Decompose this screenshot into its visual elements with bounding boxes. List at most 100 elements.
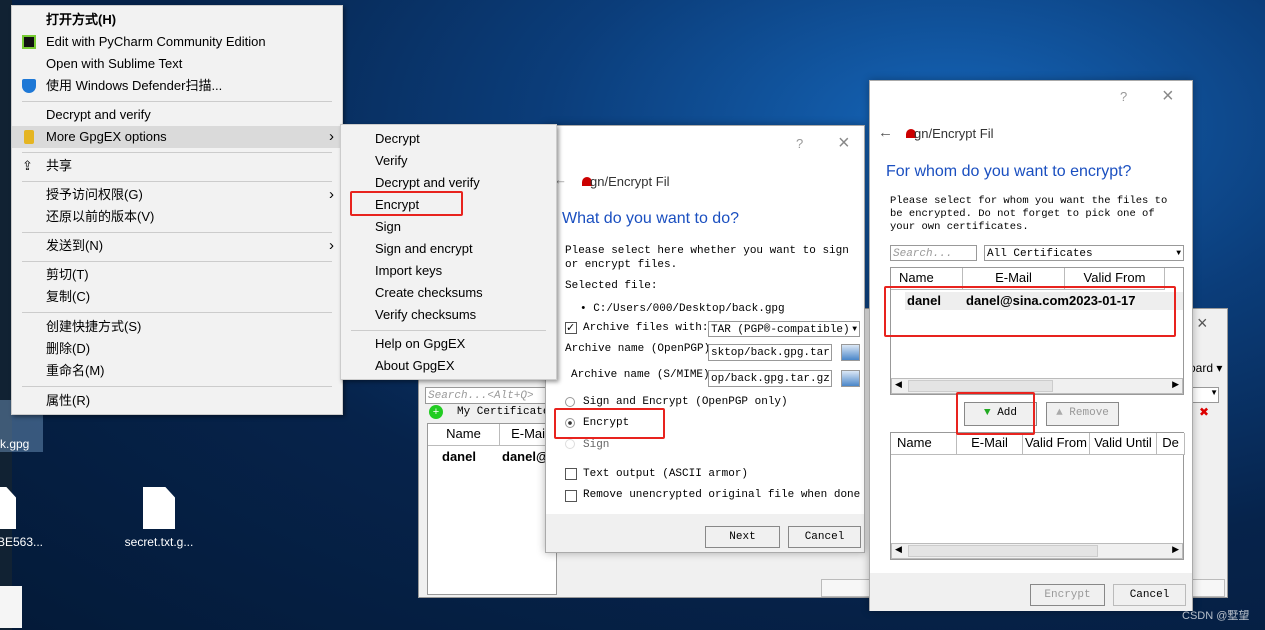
desktop-icon[interactable]: BE563... bbox=[0, 487, 43, 549]
horizontal-scrollbar[interactable]: ◀ ▶ bbox=[891, 543, 1183, 559]
intro-text: Please select here whether you want to s… bbox=[565, 245, 849, 271]
scroll-right-icon[interactable]: ▶ bbox=[1172, 544, 1179, 555]
menu-separator bbox=[22, 181, 332, 182]
archive-checkbox[interactable]: ✓ bbox=[565, 322, 577, 334]
menu-separator bbox=[22, 386, 332, 387]
menu-label: 还原以前的版本(V) bbox=[46, 209, 155, 224]
horizontal-scrollbar[interactable]: ◀ ▶ bbox=[891, 378, 1183, 394]
column-details[interactable]: De bbox=[1157, 433, 1185, 455]
help-button[interactable]: ? bbox=[1120, 89, 1127, 104]
menu-item-properties[interactable]: 属性(R) bbox=[12, 390, 342, 412]
add-certificate-icon[interactable]: + bbox=[429, 405, 443, 419]
submenu-item-create-checksums[interactable]: Create checksums bbox=[341, 282, 556, 304]
certificate-table: Name E-Mail danel danel@ bbox=[427, 423, 560, 595]
menu-item-grant-access[interactable]: 授予访问权限(G) › bbox=[12, 184, 342, 206]
sign-and-encrypt-label[interactable]: Sign and Encrypt (OpenPGP only) bbox=[583, 396, 788, 408]
menu-item-copy[interactable]: 复制(C) bbox=[12, 286, 342, 308]
menu-separator bbox=[22, 261, 332, 262]
sign-and-encrypt-radio[interactable] bbox=[565, 397, 575, 407]
submenu-item-verify[interactable]: Verify bbox=[341, 150, 556, 172]
search-input[interactable]: Search...<Alt+Q> bbox=[425, 387, 555, 404]
column-name[interactable]: Name bbox=[891, 433, 957, 455]
menu-label: 删除(D) bbox=[46, 341, 91, 356]
pycharm-icon bbox=[22, 35, 36, 49]
menu-item-open-with[interactable]: 打开方式(H) bbox=[12, 9, 342, 31]
submenu-item-help[interactable]: Help on GpgEX bbox=[341, 333, 556, 355]
next-button[interactable]: Next bbox=[705, 526, 780, 548]
selected-file: • C:/Users/000/Desktop/back.gpg bbox=[580, 303, 785, 315]
menu-item-share[interactable]: ⇪ 共享 bbox=[12, 155, 342, 177]
table-row[interactable]: danel danel@ bbox=[442, 449, 562, 464]
browse-folder-icon[interactable] bbox=[841, 370, 860, 387]
menu-item-pycharm[interactable]: Edit with PyCharm Community Edition bbox=[12, 31, 342, 53]
scroll-left-icon[interactable]: ◀ bbox=[895, 379, 902, 390]
scrollbar-thumb[interactable] bbox=[908, 545, 1098, 557]
submenu-item-import-keys[interactable]: Import keys bbox=[341, 260, 556, 282]
menu-item-delete[interactable]: 删除(D) bbox=[12, 338, 342, 360]
column-valid-until[interactable]: Valid Until bbox=[1090, 433, 1157, 455]
delete-icon[interactable]: ✖ bbox=[1199, 405, 1209, 419]
desktop-icon-label[interactable]: k.gpg bbox=[0, 437, 29, 451]
column-name[interactable]: Name bbox=[428, 424, 500, 446]
archive-format-select[interactable]: TAR (PGP®-compatible) ▼ bbox=[708, 321, 860, 337]
submenu-item-decrypt[interactable]: Decrypt bbox=[341, 128, 556, 150]
scroll-left-icon[interactable]: ◀ bbox=[895, 544, 902, 555]
remove-original-checkbox[interactable] bbox=[565, 490, 577, 502]
text-output-label[interactable]: Text output (ASCII armor) bbox=[583, 468, 748, 480]
menu-label: 属性(R) bbox=[46, 393, 91, 408]
submenu-item-sign[interactable]: Sign bbox=[341, 216, 556, 238]
close-button[interactable]: × bbox=[1162, 85, 1174, 108]
selected-recipients-table: Name E-Mail Valid From Valid Until De ◀ ▶ bbox=[890, 432, 1185, 560]
text-output-checkbox[interactable] bbox=[565, 468, 577, 480]
submenu-item-sign-encrypt[interactable]: Sign and encrypt bbox=[341, 238, 556, 260]
tab-my-certificates[interactable]: My Certificates bbox=[457, 406, 556, 418]
back-arrow-icon[interactable]: ← bbox=[878, 124, 893, 141]
menu-item-send-to[interactable]: 发送到(N) › bbox=[12, 235, 342, 257]
scrollbar-thumb[interactable] bbox=[908, 380, 1053, 392]
openpgp-archive-input[interactable]: sktop/back.gpg.tar bbox=[708, 344, 832, 361]
cancel-button[interactable]: Cancel bbox=[1113, 584, 1186, 606]
menu-item-more-gpgex[interactable]: More GpgEX options › bbox=[12, 126, 342, 148]
sign-radio[interactable] bbox=[565, 439, 575, 449]
remove-button[interactable]: ▲ Remove bbox=[1046, 402, 1119, 426]
close-button[interactable]: × bbox=[838, 132, 850, 155]
menu-label: More GpgEX options bbox=[46, 129, 167, 144]
archive-format-value: TAR (PGP®-compatible) bbox=[711, 324, 850, 336]
submenu-item-about[interactable]: About GpgEX bbox=[341, 355, 556, 377]
help-button[interactable]: ? bbox=[796, 136, 803, 151]
filter-dropdown[interactable]: ▼ bbox=[1191, 387, 1219, 403]
encrypt-button[interactable]: Encrypt bbox=[1030, 584, 1105, 606]
menu-item-defender[interactable]: 使用 Windows Defender扫描... bbox=[12, 75, 342, 97]
menu-label: 重命名(M) bbox=[46, 363, 105, 378]
submenu-item-verify-checksums[interactable]: Verify checksums bbox=[341, 304, 556, 326]
certificate-filter-select[interactable]: All Certificates ▼ bbox=[984, 245, 1184, 261]
search-input[interactable]: Search... bbox=[890, 245, 977, 261]
cell-email: danel@ bbox=[502, 449, 549, 464]
close-icon[interactable]: × bbox=[1197, 313, 1208, 334]
smime-label: Archive name (S/MIME): bbox=[571, 369, 717, 381]
menu-item-cut[interactable]: 剪切(T) bbox=[12, 264, 342, 286]
column-valid-from[interactable]: Valid From bbox=[1023, 433, 1090, 455]
menu-item-restore-versions[interactable]: 还原以前的版本(V) bbox=[12, 206, 342, 228]
cancel-button[interactable]: Cancel bbox=[788, 526, 861, 548]
remove-original-label[interactable]: Remove unencrypted original file when do… bbox=[583, 489, 860, 501]
smime-archive-input[interactable]: op/back.gpg.tar.gz bbox=[708, 370, 832, 387]
intro-text: Please select for whom you want the file… bbox=[890, 195, 1168, 233]
chevron-down-icon: ▼ bbox=[852, 325, 857, 334]
menu-item-decrypt-verify[interactable]: Decrypt and verify bbox=[12, 104, 342, 126]
desktop-icon[interactable]: secret.txt.g... bbox=[124, 487, 194, 549]
chevron-right-icon: › bbox=[329, 186, 334, 203]
column-email[interactable]: E-Mail bbox=[957, 433, 1023, 455]
menu-item-create-shortcut[interactable]: 创建快捷方式(S) bbox=[12, 316, 342, 338]
menu-label: 复制(C) bbox=[46, 289, 91, 304]
menu-label: 授予访问权限(G) bbox=[46, 187, 143, 202]
scroll-right-icon[interactable]: ▶ bbox=[1172, 379, 1179, 390]
highlight-recipient-row bbox=[884, 286, 1176, 337]
toolbar-dropdown[interactable]: oard ▾ bbox=[1189, 361, 1222, 375]
menu-item-rename[interactable]: 重命名(M) bbox=[12, 360, 342, 382]
sign-label[interactable]: Sign bbox=[583, 439, 609, 451]
menu-label: 剪切(T) bbox=[46, 267, 89, 282]
menu-item-sublime[interactable]: Open with Sublime Text bbox=[12, 53, 342, 75]
browse-folder-icon[interactable] bbox=[841, 344, 860, 361]
share-icon: ⇪ bbox=[22, 158, 33, 173]
